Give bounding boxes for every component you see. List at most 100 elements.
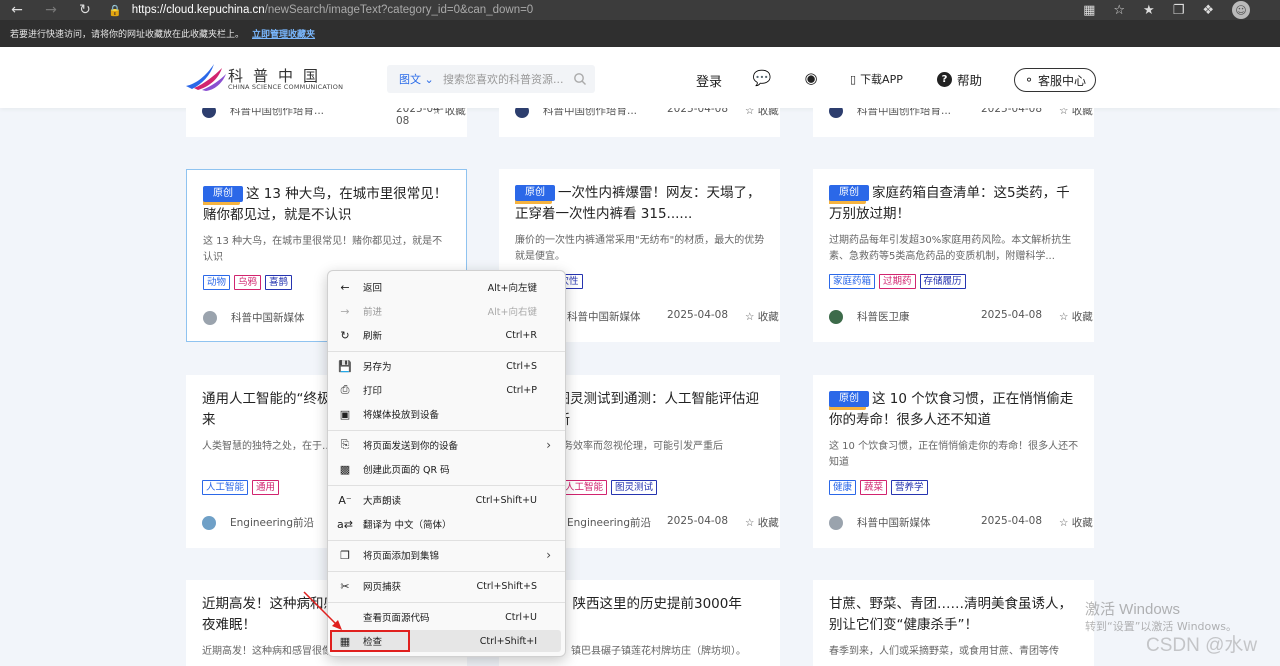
menu-item-translate[interactable]: a⇄ 翻译为 中文（简体） [332, 513, 561, 535]
translate-icon: a⇄ [337, 517, 353, 531]
save-icon: 💾 [338, 359, 352, 373]
tag[interactable]: 过期药 [879, 274, 916, 289]
logo-english: CHINA SCIENCE COMMUNICATION [228, 83, 344, 91]
weibo-icon[interactable]: ◉ [801, 69, 821, 87]
annotation-arrow-icon [303, 591, 342, 630]
tag[interactable]: 人工智能 [561, 480, 608, 495]
article-card[interactable]: 原创这 10 个饮食习惯，正在悄悄偷走你的寿命！很多人还不知道 这 10 个饮食… [813, 375, 1094, 548]
chevron-right-icon: › [546, 438, 551, 452]
menu-item-qr-code[interactable]: ▩ 创建此页面的 QR 码 [332, 458, 561, 480]
address-bar[interactable]: 🔒 https://cloud.kepuchina.cn/newSearch/i… [108, 0, 533, 20]
favorites-icon[interactable]: ★ [1143, 3, 1155, 18]
article-card[interactable]: 原创 家庭药箱自查清单：这5类药，千万别放过期！ 过期药品每年引发超30%家庭用药… [813, 169, 1094, 342]
tag[interactable]: 存储履历 [919, 274, 966, 289]
tag[interactable]: 健康 [829, 480, 857, 495]
menu-item-view-source[interactable]: 查看页面源代码 Ctrl+U [332, 606, 561, 628]
favorite-button[interactable]: ☆ 收藏 [745, 309, 779, 324]
favorite-button[interactable]: ☆ 收藏 [1059, 108, 1093, 118]
card-partial[interactable]: 科普中国创作培育... 2025-04-08 ☆ 收藏 [499, 108, 780, 137]
card-title[interactable]: ！陕西这里的历史提前3000年 [559, 596, 742, 612]
refresh-button[interactable]: ↻ [68, 0, 102, 20]
card-partial[interactable]: 科普中国创作培育... 2025-04-08 ☆ 收藏 [813, 108, 1094, 137]
tag[interactable]: 营养学 [891, 480, 928, 495]
menu-item-web-capture[interactable]: ✂ 网页捕获 Ctrl+Shift+S [332, 575, 561, 597]
favorite-button[interactable]: ☆ 收藏 [432, 108, 466, 118]
browser-actions: ▦ ☆ ★ ❐ ❖ ☺ [1083, 0, 1250, 20]
forward-arrow-icon: → [340, 304, 350, 318]
menu-item-cast[interactable]: ▣ 将媒体投放到设备 [332, 403, 561, 425]
menu-separator [328, 430, 565, 431]
search-input[interactable]: 搜索您喜欢的科普资源... [443, 71, 573, 87]
card-date: 2025-04-08 [981, 309, 1043, 321]
menu-separator [328, 351, 565, 352]
extensions-icon[interactable]: ❖ [1202, 3, 1214, 18]
card-date: 2025-04-08 [981, 108, 1043, 115]
avatar [202, 516, 216, 530]
menu-item-send-to-device[interactable]: ⎘ 将页面发送到你的设备 › [332, 434, 561, 456]
forward-button[interactable]: → [34, 0, 68, 20]
collections-icon[interactable]: ❐ [1173, 3, 1185, 18]
avatar [829, 108, 843, 118]
menu-separator [328, 602, 565, 603]
tag[interactable]: 乌鸦 [234, 275, 262, 290]
card-description: 这 13 种大鸟，在城市里很常见！赌你都见过，就是不认识 [203, 236, 443, 263]
help-icon: ? [937, 72, 952, 87]
favorite-button[interactable]: ☆ 收藏 [745, 515, 779, 530]
card-partial[interactable]: 科普中国创作培育... 2025-04-08 ☆ 收藏 [186, 108, 467, 137]
menu-item-print[interactable]: ⎙ 打印 Ctrl+P [332, 379, 561, 401]
back-button[interactable]: ← [0, 0, 34, 20]
tag[interactable]: 通用 [252, 480, 280, 495]
favorite-button[interactable]: ☆ 收藏 [1059, 309, 1093, 324]
menu-item-back[interactable]: ← 返回 Alt+向左键 [332, 276, 561, 298]
login-link[interactable]: 登录 [696, 71, 722, 90]
tag[interactable]: 人工智能 [202, 480, 249, 495]
search-category-select[interactable]: 图文 ⌄ [387, 71, 443, 87]
tag[interactable]: 图灵测试 [611, 480, 658, 495]
search-box[interactable]: 图文 ⌄ 搜索您喜欢的科普资源... [387, 65, 595, 93]
card-date: 2025-04-08 [667, 515, 729, 527]
search-icon[interactable] [573, 72, 587, 86]
card-title[interactable]: 甘蔗、野菜、青团……清明美食虽诱人，别让它们变“健康杀手”！ [829, 596, 1072, 633]
kepu-logo-icon[interactable] [184, 62, 228, 92]
menu-item-add-to-collections[interactable]: ❐ 将页面添加到集锦 › [332, 544, 561, 566]
card-date: 2025-04-08 [667, 309, 729, 321]
cast-icon: ▣ [339, 407, 351, 421]
favorite-star-icon[interactable]: ☆ [1113, 3, 1125, 18]
menu-item-save-as[interactable]: 💾 另存为 Ctrl+S [332, 355, 561, 377]
menu-separator [328, 540, 565, 541]
menu-item-forward[interactable]: → 前进 Alt+向右键 [332, 300, 561, 322]
download-app-link[interactable]: ▯ 下载APP [850, 71, 903, 87]
tag[interactable]: 家庭药箱 [829, 274, 876, 289]
tag-list: 健康 蔬菜 营养学 [829, 480, 928, 495]
avatar [829, 516, 843, 530]
favorites-bar: 若要进行快速访问，请将你的网址收藏放在此收藏夹栏上。 立即管理收藏夹 [0, 20, 1280, 47]
collections-icon: ❐ [340, 548, 350, 562]
favorite-button[interactable]: ☆ 收藏 [1059, 515, 1093, 530]
card-description: 在任务效率而忽视伦理，可能引发严重后 [543, 441, 723, 452]
menu-separator [328, 571, 565, 572]
profile-avatar[interactable]: ☺ [1232, 1, 1250, 19]
tag[interactable]: 动物 [203, 275, 231, 290]
manage-favorites-link[interactable]: 立即管理收藏夹 [252, 27, 315, 40]
article-card[interactable]: 甘蔗、野菜、青团……清明美食虽诱人，别让它们变“健康杀手”！ 春季到来，人们或采… [813, 580, 1094, 666]
avatar [202, 108, 216, 118]
card-title[interactable]: 从图灵测试到通测：人工智能评估迎来新 [543, 391, 759, 428]
tag[interactable]: 蔬菜 [860, 480, 888, 495]
customer-service-button[interactable]: ⚬ 客服中心 [1014, 68, 1096, 92]
card-date: 2025-04-08 [667, 108, 729, 115]
help-link[interactable]: ? 帮助 [937, 70, 982, 89]
back-arrow-icon: ← [340, 280, 350, 294]
card-description: 镇巴县碾子镇莲花村牌坊庄（牌坊坝）。 [571, 646, 746, 657]
card-author: 科普中国新媒体 [567, 311, 641, 323]
menu-item-read-aloud[interactable]: A⁻ 大声朗读 Ctrl+Shift+U [332, 489, 561, 511]
refresh-icon: ↻ [340, 328, 350, 342]
favorite-button[interactable]: ☆ 收藏 [745, 108, 779, 118]
apps-icon[interactable]: ▦ [1083, 3, 1095, 18]
original-badge: 原创 [515, 185, 555, 201]
wechat-icon[interactable]: 💬 [752, 69, 772, 87]
avatar [515, 108, 529, 118]
read-aloud-icon: A⁻ [338, 493, 352, 507]
tag[interactable]: 喜鹊 [265, 275, 293, 290]
context-menu: ← 返回 Alt+向左键 → 前进 Alt+向右键 ↻ 刷新 Ctrl+R 💾 … [327, 270, 566, 657]
menu-item-refresh[interactable]: ↻ 刷新 Ctrl+R [332, 324, 561, 346]
